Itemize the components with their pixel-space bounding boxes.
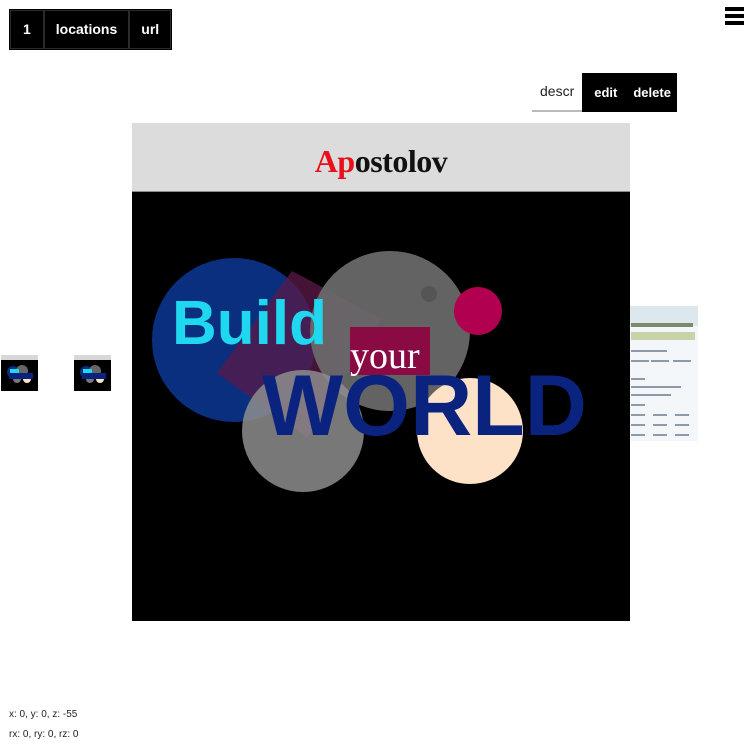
- item-actions: descr edit delete: [532, 73, 677, 112]
- thumbnail-line: [631, 378, 645, 380]
- thumbnail-line: [631, 434, 645, 436]
- build-text: Build: [172, 289, 327, 358]
- delete-button[interactable]: delete: [627, 73, 677, 112]
- nav-item-locations[interactable]: locations: [43, 10, 130, 49]
- nav-item-url[interactable]: url: [129, 10, 172, 49]
- thumbnail-art: [80, 365, 106, 383]
- thumbnail-line: [675, 434, 689, 436]
- thumbnail-line: [631, 424, 645, 426]
- thumbnail-line: [653, 424, 667, 426]
- small-dark-dot: [421, 286, 437, 302]
- thumbnail-line: [675, 424, 689, 426]
- thumbnail-line: [673, 360, 691, 362]
- thumbnail-line: [631, 386, 681, 388]
- thumbnail-line: [653, 414, 667, 416]
- thumbnail-line: [631, 404, 645, 406]
- slide-artwork: Build your WORLD: [152, 251, 587, 492]
- hamburger-menu-icon[interactable]: [725, 7, 744, 27]
- thumbnail-prev-2[interactable]: [1, 355, 38, 391]
- thumbnail-art: [7, 365, 33, 383]
- magenta-circle: [454, 287, 502, 335]
- rotation-readout: rx: 0, ry: 0, rz: 0: [9, 729, 79, 740]
- top-nav: 1 locations url: [9, 9, 173, 50]
- thumbnail-line: [631, 414, 645, 416]
- thumbnail-title-line: [631, 323, 693, 327]
- thumbnail-prev-1[interactable]: [74, 355, 111, 391]
- world-text: WORLD: [262, 358, 587, 454]
- thumbnail-line: [675, 414, 689, 416]
- thumbnail-line: [631, 350, 667, 352]
- main-slide-frame[interactable]: Apostolov Build your WORLD: [132, 123, 630, 621]
- thumbnail-line: [651, 360, 669, 362]
- descr-button[interactable]: descr: [532, 73, 583, 112]
- menu-bar: [725, 7, 744, 11]
- menu-bar: [725, 21, 744, 25]
- thumbnail-line: [631, 360, 649, 362]
- thumbnail-line: [653, 434, 667, 436]
- thumbnail-next[interactable]: [628, 306, 698, 441]
- menu-bar: [725, 14, 744, 18]
- nav-item-1[interactable]: 1: [10, 10, 44, 49]
- edit-button[interactable]: edit: [582, 73, 628, 112]
- thumbnail-line: [631, 394, 671, 396]
- position-readout: x: 0, y: 0, z: -55: [9, 709, 78, 720]
- thumbnail-banner: [631, 332, 695, 340]
